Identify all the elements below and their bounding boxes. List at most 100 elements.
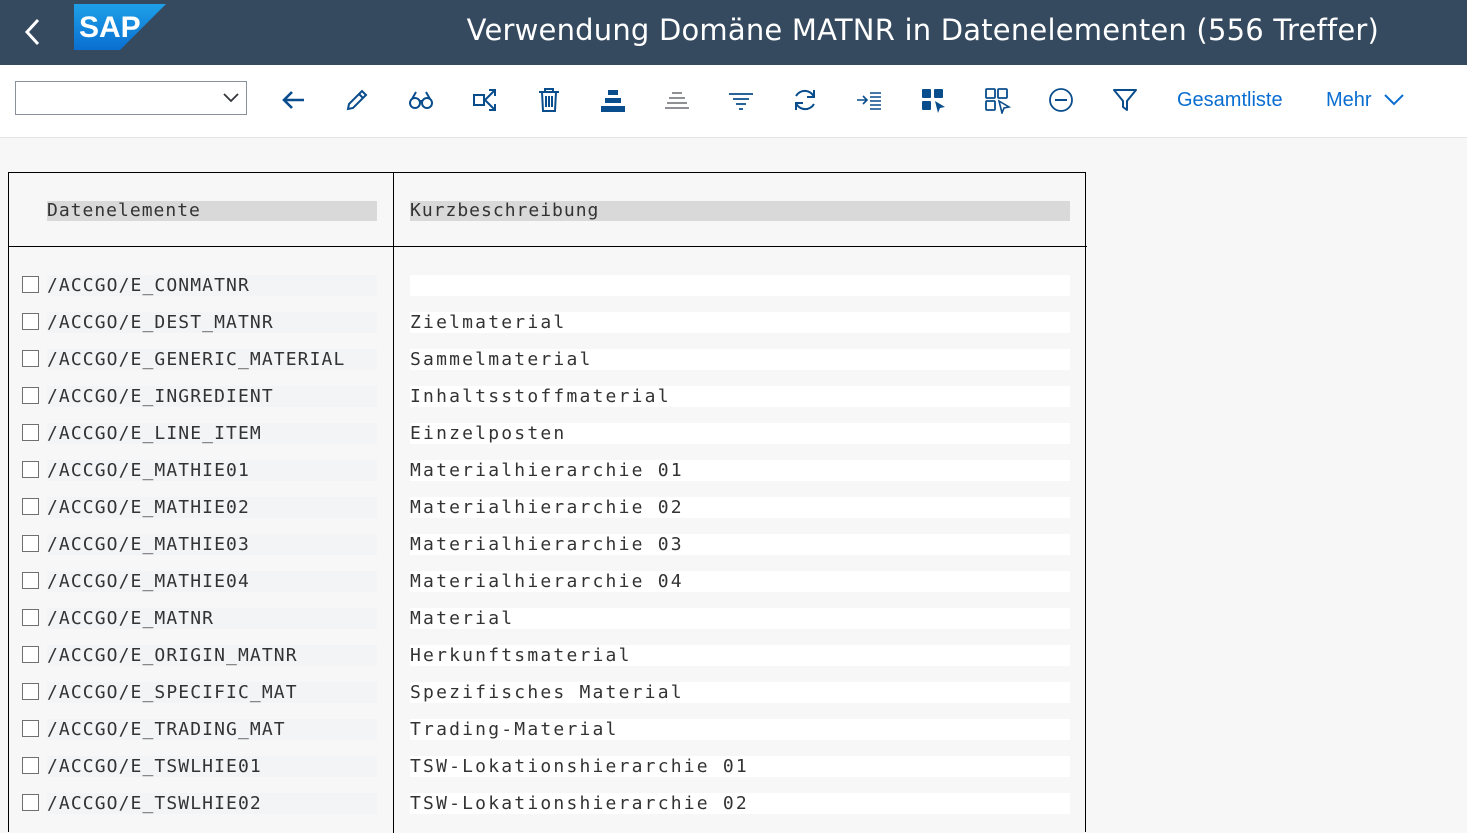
deselect-all-button[interactable] xyxy=(983,86,1011,114)
short-description: Spezifisches Material xyxy=(410,682,1070,703)
filter-lines-button[interactable] xyxy=(727,86,755,114)
back-arrow-icon xyxy=(282,91,304,109)
sap-logo: SAP xyxy=(74,4,166,50)
row-checkbox[interactable] xyxy=(22,424,39,441)
table-row[interactable]: /ACCGO/E_MATHIE04 Materialhierarchie 04 xyxy=(9,562,1087,599)
table-row[interactable]: /ACCGO/E_GENERIC_MATERIAL Sammelmaterial xyxy=(9,340,1087,377)
short-description: TSW-Lokationshierarchie 01 xyxy=(410,756,1070,777)
data-element-name[interactable]: /ACCGO/E_ORIGIN_MATNR xyxy=(47,645,377,666)
short-description: Zielmaterial xyxy=(410,312,1070,333)
mehr-button[interactable]: Mehr xyxy=(1326,89,1372,112)
table-row[interactable]: /ACCGO/E_MATHIE01 Materialhierarchie 01 xyxy=(9,451,1087,488)
indent-icon xyxy=(857,92,881,110)
data-element-name[interactable]: /ACCGO/E_MATNR xyxy=(47,608,377,629)
header-separator xyxy=(9,246,1087,247)
chevron-down-icon xyxy=(1384,94,1404,106)
row-checkbox[interactable] xyxy=(22,720,39,737)
back-arrow-button[interactable] xyxy=(279,86,307,114)
page-title: Verwendung Domäne MATNR in Datenelemente… xyxy=(466,13,1379,47)
short-description: Sammelmaterial xyxy=(410,349,1070,370)
short-description: Trading-Material xyxy=(410,719,1070,740)
column-header-kurzbeschreibung[interactable]: Kurzbeschreibung xyxy=(410,201,1070,221)
gesamtliste-button[interactable]: Gesamtliste xyxy=(1177,89,1283,112)
row-checkbox[interactable] xyxy=(22,683,39,700)
share-icon xyxy=(473,89,496,111)
table-row[interactable]: /ACCGO/E_CONMATNR xyxy=(9,266,1087,303)
data-element-name[interactable]: /ACCGO/E_MATHIE03 xyxy=(47,534,377,555)
refresh-button[interactable] xyxy=(791,86,819,114)
sort-descending-button[interactable] xyxy=(663,86,691,114)
indent-button[interactable] xyxy=(855,86,883,114)
data-element-name[interactable]: /ACCGO/E_INGREDIENT xyxy=(47,386,377,407)
short-description: TSW-Lokationshierarchie 02 xyxy=(410,793,1070,814)
select-all-icon xyxy=(922,89,945,113)
chevron-left-icon xyxy=(24,18,40,46)
row-checkbox[interactable] xyxy=(22,535,39,552)
short-description: Inhaltsstoffmaterial xyxy=(410,386,1070,407)
filter-button[interactable] xyxy=(1111,86,1139,114)
sort-descending-icon xyxy=(665,92,689,109)
data-element-name[interactable]: /ACCGO/E_GENERIC_MATERIAL xyxy=(47,349,377,370)
table-row[interactable]: /ACCGO/E_SPECIFIC_MAT Spezifisches Materi… xyxy=(9,673,1087,710)
table-row[interactable]: /ACCGO/E_DEST_MATNR Zielmaterial xyxy=(9,303,1087,340)
data-element-name[interactable]: /ACCGO/E_TRADING_MAT xyxy=(47,719,377,740)
filter-icon xyxy=(1113,89,1137,111)
data-element-name[interactable]: /ACCGO/E_MATHIE01 xyxy=(47,460,377,481)
row-checkbox[interactable] xyxy=(22,461,39,478)
short-description: Materialhierarchie 04 xyxy=(410,571,1070,592)
table-row[interactable]: /ACCGO/E_TSWLHIE02 TSW-Lokationshierarchi… xyxy=(9,784,1087,821)
svg-text:SAP: SAP xyxy=(79,11,141,44)
data-element-name[interactable]: /ACCGO/E_MATHIE02 xyxy=(47,497,377,518)
data-element-name[interactable]: /ACCGO/E_SPECIFIC_MAT xyxy=(47,682,377,703)
shell-bar: SAP Verwendung Domäne MATNR in Datenelem… xyxy=(0,0,1467,65)
collapse-icon xyxy=(1049,88,1073,112)
where-used-button[interactable] xyxy=(471,86,499,114)
short-description: Herkunftsmaterial xyxy=(410,645,1070,666)
table-row[interactable]: /ACCGO/E_TSWLHIE01 TSW-Lokationshierarchi… xyxy=(9,747,1087,784)
delete-icon xyxy=(539,88,559,112)
deselect-all-icon xyxy=(985,88,1011,114)
delete-button[interactable] xyxy=(535,86,563,114)
row-checkbox[interactable] xyxy=(22,794,39,811)
row-checkbox[interactable] xyxy=(22,646,39,663)
table-row[interactable]: /ACCGO/E_MATHIE02 Materialhierarchie 02 xyxy=(9,488,1087,525)
data-element-name[interactable]: /ACCGO/E_CONMATNR xyxy=(47,275,377,296)
variant-select[interactable] xyxy=(15,81,247,115)
column-header-datenelemente[interactable]: Datenelemente xyxy=(47,201,377,221)
select-all-button[interactable] xyxy=(919,86,947,114)
row-checkbox[interactable] xyxy=(22,609,39,626)
table-row[interactable]: /ACCGO/E_TRADING_MAT Trading-Material xyxy=(9,710,1087,747)
data-element-name[interactable]: /ACCGO/E_MATHIE04 xyxy=(47,571,377,592)
table-row[interactable]: /ACCGO/E_MATHIE03 Materialhierarchie 03 xyxy=(9,525,1087,562)
edit-button[interactable] xyxy=(343,86,371,114)
row-checkbox[interactable] xyxy=(22,350,39,367)
short-description: Materialhierarchie 03 xyxy=(410,534,1070,555)
row-checkbox[interactable] xyxy=(22,276,39,293)
binoculars-icon xyxy=(409,91,433,109)
row-checkbox[interactable] xyxy=(22,498,39,515)
data-element-name[interactable]: /ACCGO/E_TSWLHIE01 xyxy=(47,756,377,777)
sort-ascending-icon xyxy=(601,90,625,112)
row-checkbox[interactable] xyxy=(22,572,39,589)
back-button[interactable] xyxy=(18,14,46,50)
sort-ascending-button[interactable] xyxy=(599,86,627,114)
table-row[interactable]: /ACCGO/E_INGREDIENT Inhaltsstoffmaterial xyxy=(9,377,1087,414)
row-checkbox[interactable] xyxy=(22,757,39,774)
table-row[interactable]: /ACCGO/E_LINE_ITEM Einzelposten xyxy=(9,414,1087,451)
table-row[interactable]: /ACCGO/E_MATNR Material xyxy=(9,599,1087,636)
table-row[interactable]: /ACCGO/E_ORIGIN_MATNR Herkunftsmaterial xyxy=(9,636,1087,673)
data-element-name[interactable]: /ACCGO/E_DEST_MATNR xyxy=(47,312,377,333)
short-description: Materialhierarchie 02 xyxy=(410,497,1070,518)
chevron-down-icon xyxy=(223,93,239,103)
refresh-icon xyxy=(795,89,815,111)
toolbar: Gesamtliste Mehr xyxy=(0,65,1467,138)
data-element-name[interactable]: /ACCGO/E_TSWLHIE02 xyxy=(47,793,377,814)
short-description: Materialhierarchie 01 xyxy=(410,460,1070,481)
collapse-button[interactable] xyxy=(1047,86,1075,114)
display-button[interactable] xyxy=(407,86,435,114)
row-checkbox[interactable] xyxy=(22,387,39,404)
pencil-icon xyxy=(346,89,368,111)
short-description: Material xyxy=(410,608,1070,629)
row-checkbox[interactable] xyxy=(22,313,39,330)
data-element-name[interactable]: /ACCGO/E_LINE_ITEM xyxy=(47,423,377,444)
